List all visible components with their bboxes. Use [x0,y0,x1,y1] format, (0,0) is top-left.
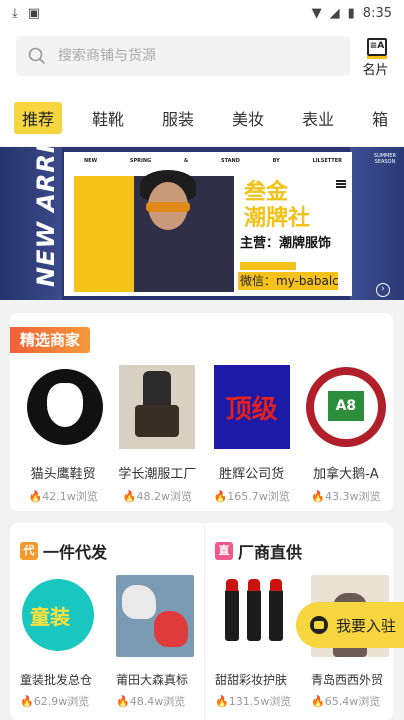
join-button[interactable]: 我要入驻 [296,602,404,648]
product-views: 🔥62.9w浏览 [20,695,90,708]
shop-logo-top: 顶级 [213,365,290,449]
product-name: 甜甜彩妆护肤 [215,673,288,687]
shop-logo-canada-goose [305,365,386,449]
shop-card[interactable]: 学长潮服工厂 🔥48.2w浏览 [110,365,204,504]
wifi-icon: ▼ [311,5,322,21]
store-icon [310,616,328,634]
banner-side-text: NEW ARRNAL [32,147,60,287]
shop-views: 🔥42.1w浏览 [28,490,98,503]
shop-views: 🔥48.2w浏览 [122,490,192,503]
fire-icon: 🔥 [122,490,137,503]
tab-shoes[interactable]: 鞋靴 [84,102,132,134]
poster-brand-line2: 潮牌社 [244,206,311,231]
shop-card[interactable]: 顶级 胜辉公司货 🔥165.7w浏览 [205,365,299,504]
banner-next-icon[interactable]: › [376,283,390,297]
dropship-title[interactable]: 代 一件代发 [20,539,107,563]
search-bar[interactable] [16,36,350,76]
menu-icon [336,180,346,188]
shop-card[interactable]: 猫头鹰鞋贸 🔥42.1w浏览 [16,365,110,504]
product-card[interactable]: 甜甜彩妆护肤 🔥131.5w浏览 [215,575,293,709]
business-card-icon: ≡A [367,38,387,59]
fire-icon: 🔥 [311,695,325,708]
shop-name: 胜辉公司货 [219,467,285,482]
product-image-kids: 童装 [20,575,98,657]
shop-name: 猫头鹰鞋贸 [30,467,96,482]
product-image-shoes [116,575,194,657]
featured-title: 精选商家 [10,327,91,353]
tab-watches[interactable]: 表业 [294,102,342,134]
promo-banner[interactable]: NEW ARRNAL SUMMER SEASON NEW SPRING & STA… [0,147,404,300]
poster-wechat: 微信：my-babalcc [238,272,338,290]
product-image-lipstick [215,575,293,657]
shop-photo-bag [119,365,196,449]
product-views: 🔥48.4w浏览 [116,695,186,708]
banner-summer-mark: SUMMER SEASON [373,153,396,165]
business-card-label: 名片 [362,63,389,78]
battery-icon: ▮ [347,5,355,21]
search-icon [28,47,46,65]
category-tabs: 推荐 鞋靴 服装 美妆 表业 箱 [0,90,404,146]
download-icon: ⤓ [12,5,18,21]
tab-beauty[interactable]: 美妆 [224,102,272,134]
banner-poster: NEW SPRING & STAND BY LILSETTER 叁金 潮牌社 主… [64,152,352,296]
featured-merchants-section: 精选商家 猫头鹰鞋贸 🔥42.1w浏览 学长潮服工厂 🔥48.2w浏览 顶级 胜… [10,313,393,511]
business-card-button[interactable]: ≡A 名片 [362,36,392,78]
top-header: ≡A 名片 [0,26,404,90]
tab-recommend[interactable]: 推荐 [14,102,63,134]
factory-icon: 直 [215,542,233,560]
status-bar: ⤓ ▣ ▼ ◢ ▮ 8:35 [0,0,404,26]
fire-icon: 🔥 [311,490,325,503]
fire-icon: 🔥 [28,490,43,503]
dropship-icon: 代 [20,542,38,560]
signal-icon: ◢ [329,5,340,21]
tab-clothing[interactable]: 服装 [154,102,202,134]
join-button-label: 我要入驻 [336,616,397,635]
shop-views: 🔥43.3w浏览 [311,490,381,503]
shop-name: 学长潮服工厂 [118,467,197,482]
fire-icon: 🔥 [116,695,130,708]
product-card[interactable]: 童装 童装批发总仓 🔥62.9w浏览 [20,575,98,709]
shop-logo-owl [25,365,104,449]
tab-bags[interactable]: 箱 [364,102,396,134]
product-views: 🔥131.5w浏览 [215,695,292,708]
product-name: 青岛西西外贸 [311,673,384,687]
product-name: 莆田大森真标 [116,673,189,687]
sim-icon: ▣ [27,5,41,21]
poster-main-business: 主营：潮牌服饰 [240,236,332,251]
search-input[interactable] [58,48,318,64]
fire-icon: 🔥 [213,490,228,503]
poster-top-words: NEW SPRING & STAND BY LILSETTER [84,158,342,164]
fire-icon: 🔥 [215,695,229,708]
product-name: 童装批发总仓 [20,673,93,687]
dropship-column: 代 一件代发 童装 童装批发总仓 🔥62.9w浏览 莆田大森真标 🔥48.4w浏… [10,523,200,720]
product-card[interactable]: 莆田大森真标 🔥48.4w浏览 [116,575,194,709]
fire-icon: 🔥 [20,695,34,708]
shop-card[interactable]: 加拿大鹅-A 🔥43.3w浏览 [299,365,393,504]
shop-name: 加拿大鹅-A [313,467,379,482]
status-time: 8:35 [362,5,392,21]
factory-title[interactable]: 直 厂商直供 [215,539,302,563]
product-views: 🔥65.4w浏览 [311,695,381,708]
shop-views: 🔥165.7w浏览 [213,490,290,503]
